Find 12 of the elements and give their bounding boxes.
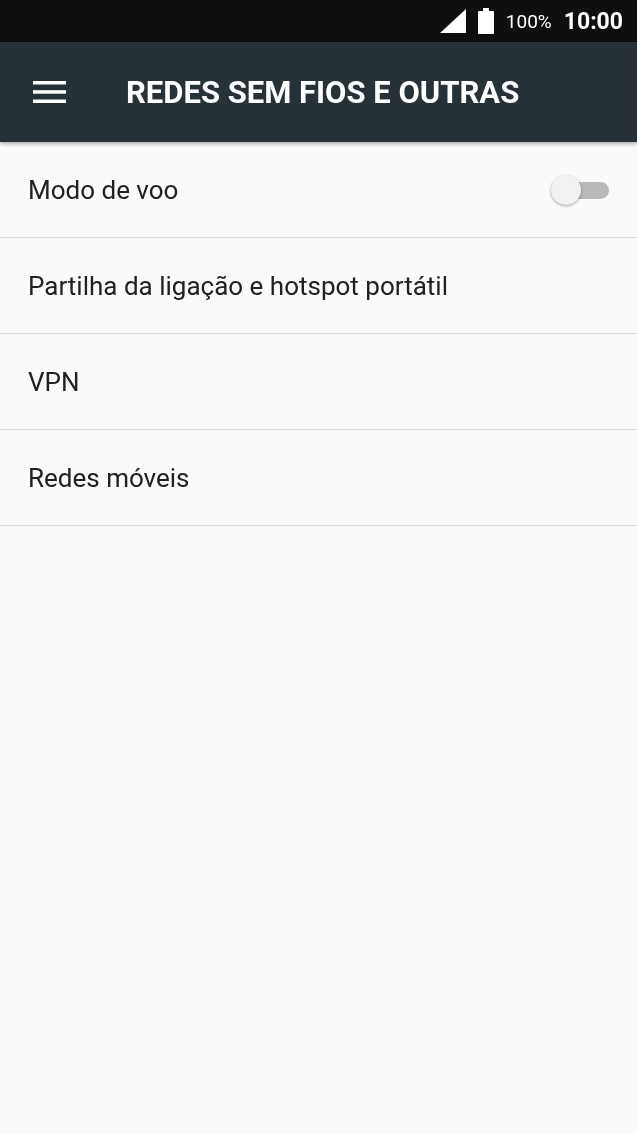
settings-item[interactable]: Partilha da ligação e hotspot portátil [0,238,637,334]
settings-item[interactable]: Redes móveis [0,430,637,526]
settings-item[interactable]: VPN [0,334,637,430]
menu-icon [33,81,66,103]
settings-item[interactable]: Modo de voo [0,142,637,238]
battery-percentage: 100% [505,9,552,33]
menu-button[interactable] [33,81,66,103]
toggle-switch[interactable] [551,174,609,205]
battery-icon [477,8,494,34]
signal-icon [439,9,466,33]
screen-title: REDES SEM FIOS E OUTRAS [126,73,520,111]
clock-time: 10:00 [563,7,623,35]
